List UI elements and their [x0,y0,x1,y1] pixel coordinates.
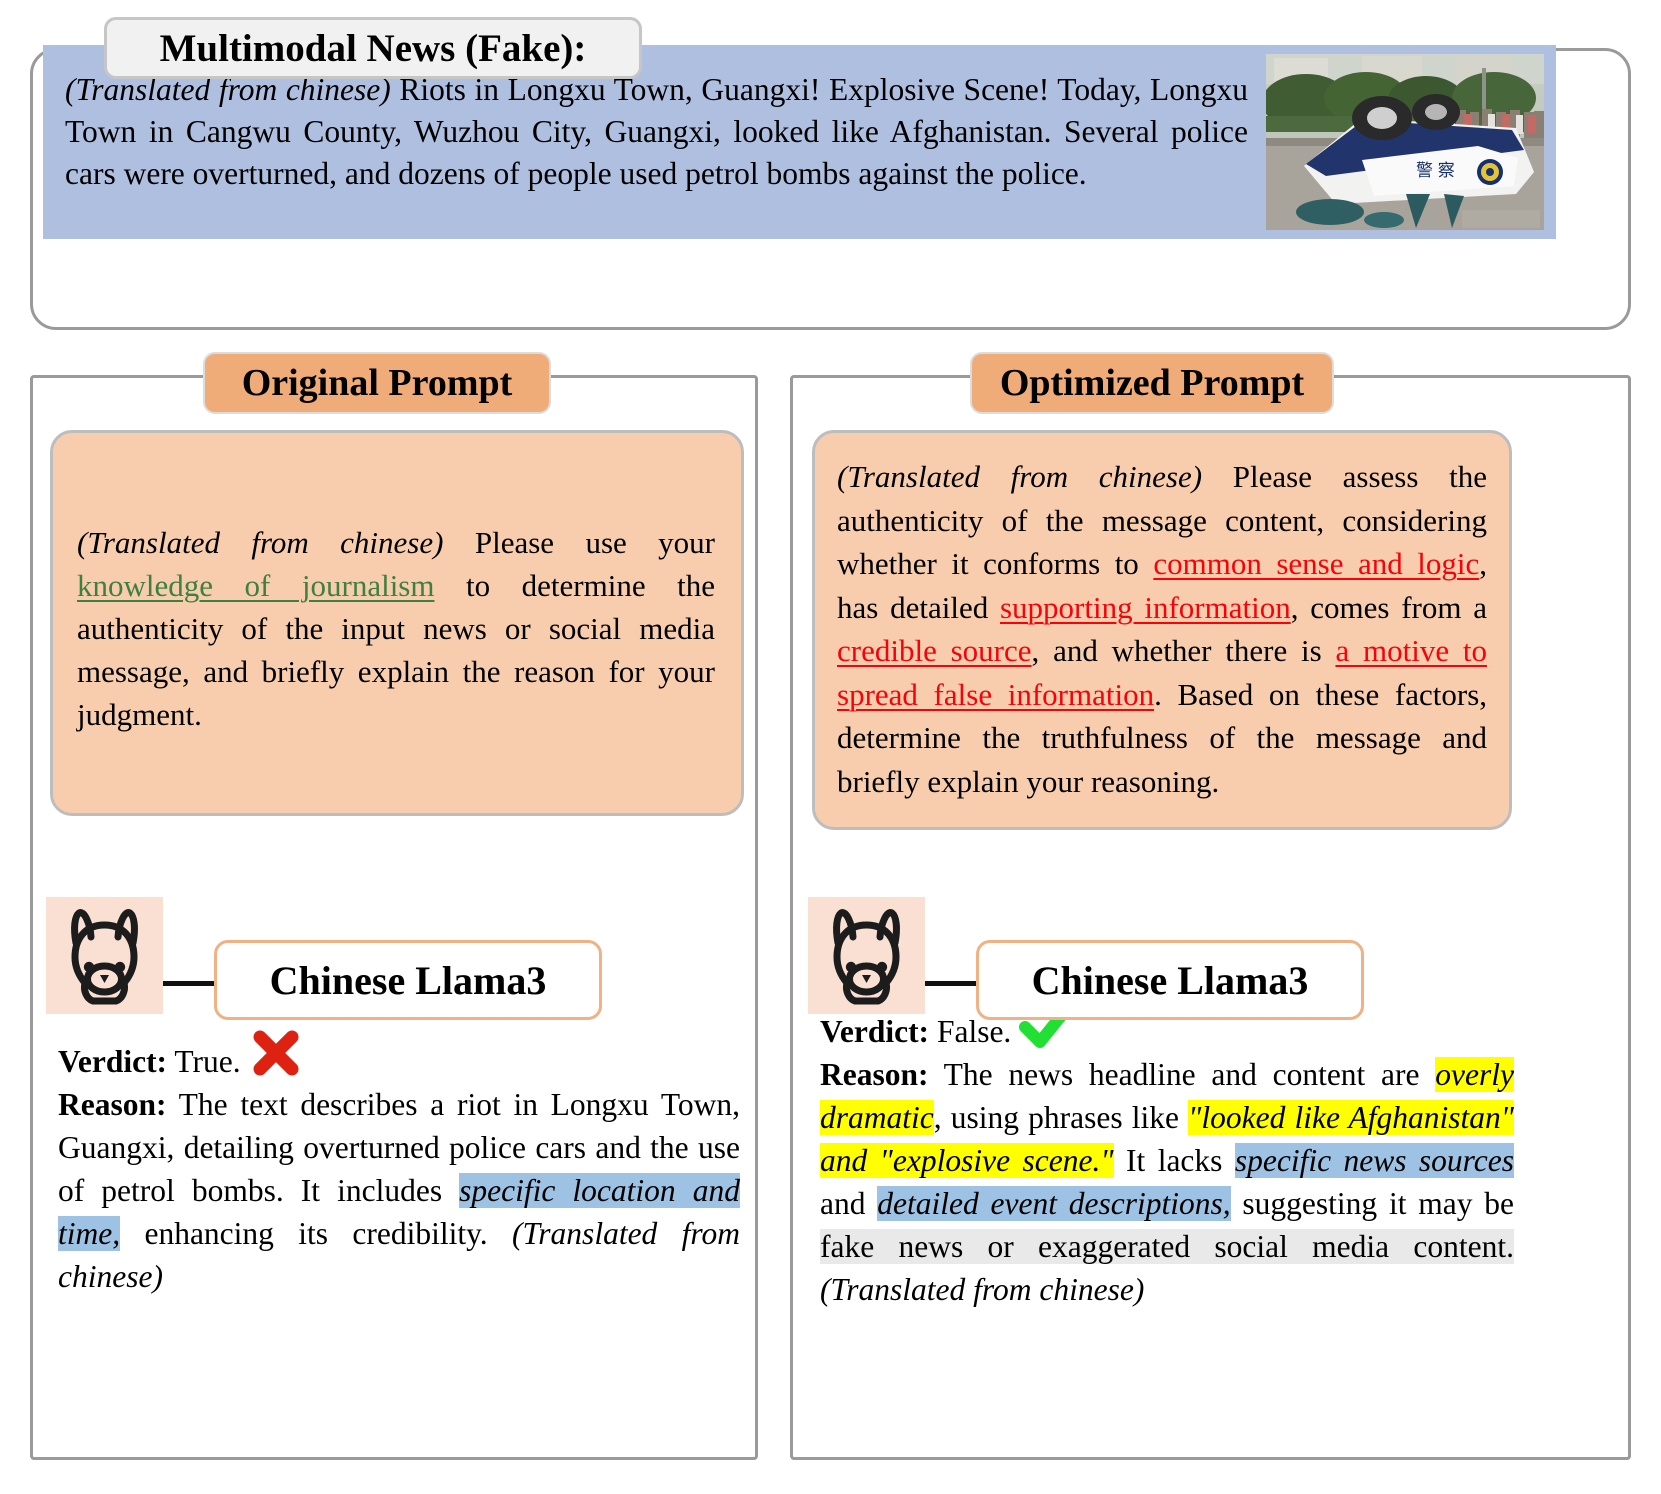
orig-prompt-highlight-journalism: knowledge of journalism [77,568,435,603]
model-name-chip: Chinese Llama3 [214,940,602,1020]
original-prompt-text-box: (Translated from chinese) Please use you… [50,430,744,816]
reason-label: Reason: [820,1057,929,1092]
model-name-chip: Chinese Llama3 [976,940,1364,1020]
opt-prompt-red-supporting-info: supporting information [999,589,1291,625]
llama-connector-line [925,981,979,986]
page-title: Multimodal News (Fake): [159,26,587,70]
reason-part5: suggesting it may be [1230,1186,1515,1221]
reason-part2: , using phrases like [933,1100,1189,1135]
opt-prompt-red-common-sense: common sense and logic [1153,546,1480,581]
reason-highlight-blue-1: specific news sources [1234,1143,1514,1178]
verdict-value: True. [174,1044,241,1079]
optimized-answer-block: Verdict: False. Reason: The news headlin… [820,1000,1515,1311]
opt-prompt-part4: , and whether there is [1031,633,1336,668]
llama-connector-line [163,981,217,986]
optimized-prompt-header-chip: Optimized Prompt [970,352,1334,414]
opt-translation-note: (Translated from chinese) [837,459,1203,494]
reason-part1: The news headline and content are [928,1057,1436,1092]
orig-translation-note: (Translated from chinese) [77,525,444,560]
verdict-label: Verdict: [820,1014,930,1049]
reason-part2: enhancing its credibility. [120,1216,513,1251]
news-photo: 警 察 [1266,54,1544,230]
svg-text:警 察: 警 察 [1416,161,1455,180]
llama-avatar [46,897,163,1014]
opt-prompt-red-credible-source: credible source [837,633,1032,668]
model-name-label: Chinese Llama3 [269,957,547,1003]
reason-part3: It lacks [1113,1143,1235,1178]
original-answer-block: Verdict: True. Reason: The text describe… [58,1026,740,1298]
reason-highlight-blue-2: detailed event descriptions, [877,1186,1231,1221]
reason-highlight-grey: fake news or exaggerated social media co… [820,1229,1514,1264]
reason-label: Reason: [58,1087,167,1122]
optimized-prompt-label: Optimized Prompt [999,362,1305,404]
optimized-prompt-text-box: (Translated from chinese) Please assess … [812,430,1512,830]
opt-prompt-part3: , comes from a [1290,589,1487,625]
orig-prompt-part1: Please use your [443,525,715,560]
reason-part4: and [820,1186,878,1221]
model-name-label: Chinese Llama3 [1031,957,1309,1003]
original-prompt-label: Original Prompt [241,362,513,404]
red-cross-icon [249,1026,303,1080]
verdict-label: Verdict: [58,1044,168,1079]
llama-avatar [808,897,925,1014]
original-prompt-header-chip: Original Prompt [203,352,551,414]
news-title-chip: Multimodal News (Fake): [104,17,642,79]
reason-translation-note: (Translated from chinese) [820,1272,1145,1307]
